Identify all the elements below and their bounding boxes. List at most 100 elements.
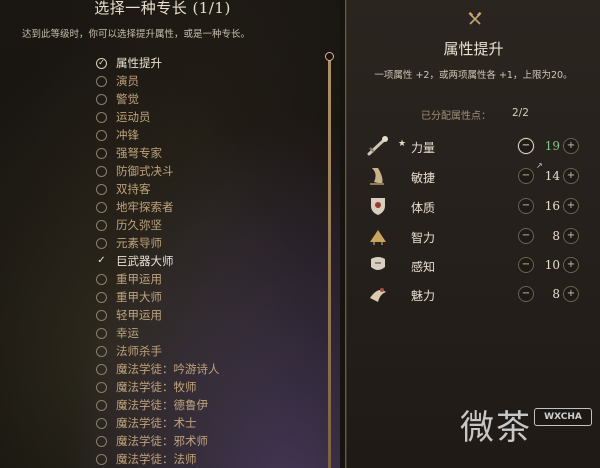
points-value: 2/2: [512, 107, 529, 119]
decrease-button[interactable]: −: [518, 257, 534, 273]
feat-label: 魔法学徒：术士: [116, 416, 197, 430]
radio-button[interactable]: [96, 237, 107, 249]
scrollbar[interactable]: [328, 56, 331, 468]
feat-label: 强弩专家: [116, 146, 162, 160]
feat-item[interactable]: 地牢探索者: [96, 198, 326, 216]
feat-label: 元素导师: [116, 236, 162, 250]
feat-item[interactable]: 防御式决斗: [96, 162, 326, 180]
decrease-button[interactable]: −: [518, 198, 534, 214]
radio-button[interactable]: [96, 417, 107, 429]
decrease-button[interactable]: −: [518, 138, 534, 154]
radio-button[interactable]: [96, 435, 107, 447]
feat-label: 双持客: [116, 182, 151, 196]
radio-button[interactable]: [96, 183, 107, 195]
watermark: 微茶 WXCHA: [460, 400, 600, 460]
feat-item[interactable]: 魔法学徒：术士: [96, 414, 326, 432]
increase-button[interactable]: +: [563, 257, 579, 273]
feat-label: 重甲运用: [116, 272, 162, 286]
ability-improvement-description: 一项属性 +2，或两项属性各 +1，上限为20。: [374, 70, 573, 81]
feat-label: 警觉: [116, 92, 139, 106]
feat-item[interactable]: 强弩专家: [96, 144, 326, 162]
crossed-hammers-icon: [468, 11, 482, 26]
feat-label: 魔法学徒：吟游诗人: [116, 362, 220, 376]
radio-button[interactable]: [96, 291, 107, 303]
feat-item[interactable]: 重甲大师: [96, 288, 326, 306]
radio-button[interactable]: [96, 363, 107, 375]
feat-item[interactable]: 魔法学徒：吟游诗人: [96, 360, 326, 378]
radio-button[interactable]: [96, 75, 107, 87]
radio-button[interactable]: [96, 111, 107, 123]
attribute-value: 10: [544, 258, 560, 272]
attribute-value: 8: [552, 287, 560, 301]
radio-button[interactable]: [96, 381, 107, 393]
attribute-name: 感知: [411, 260, 436, 274]
radio-button[interactable]: [96, 201, 107, 213]
attribute-name: 力量: [411, 141, 436, 155]
feat-item[interactable]: 魔法学徒：法师: [96, 450, 326, 468]
feat-label: 魔法学徒：德鲁伊: [116, 398, 208, 412]
feat-item[interactable]: 历久弥坚: [96, 216, 326, 234]
ability-improvement-title: 属性提升: [443, 40, 504, 58]
feat-item[interactable]: 轻甲运用: [96, 306, 326, 324]
radio-button[interactable]: [96, 273, 107, 285]
radio-button[interactable]: [96, 327, 107, 339]
radio-button[interactable]: [96, 219, 107, 231]
feat-item[interactable]: 重甲运用: [96, 270, 326, 288]
feat-item[interactable]: 双持客: [96, 180, 326, 198]
attribute-name: 智力: [411, 231, 436, 245]
feat-selection-panel: 选择一种专长 (1/1) 达到此等级时，你可以选择提升属性，或是一种专长。 ✓ 属…: [0, 0, 340, 468]
attribute-name: 敏捷: [411, 171, 436, 185]
feat-label: 魔法学徒：邪术师: [116, 434, 208, 448]
feat-label: 魔法学徒：牧师: [116, 380, 197, 394]
feat-item[interactable]: 警觉: [96, 90, 326, 108]
feat-item[interactable]: 冲锋: [96, 126, 326, 144]
attribute-name: 体质: [411, 201, 436, 215]
attribute-row: 敏捷 − ↗ 14 +: [366, 161, 596, 190]
increase-button[interactable]: +: [563, 286, 579, 302]
radio-button[interactable]: [96, 147, 107, 159]
radio-button[interactable]: [96, 93, 107, 105]
feat-item[interactable]: 演员: [96, 72, 326, 90]
feat-item[interactable]: 幸运: [96, 324, 326, 342]
radio-button[interactable]: [96, 165, 107, 177]
increase-button[interactable]: +: [563, 228, 579, 244]
feat-list: ✓ 属性提升演员警觉运动员冲锋强弩专家防御式决斗双持客地牢探索者历久弥坚元素导师 ✓…: [96, 54, 326, 468]
feat-label: 演员: [116, 74, 139, 88]
checkmark-icon[interactable]: ✓: [96, 256, 107, 267]
feat-item[interactable]: ✓ 属性提升: [96, 54, 326, 72]
attribute-name: 魅力: [411, 289, 436, 303]
feat-item[interactable]: 魔法学徒：牧师: [96, 378, 326, 396]
attribute-row: 魅力 − 8 +: [366, 282, 596, 308]
feat-item[interactable]: ✓ 巨武器大师: [96, 252, 326, 270]
strength-icon: [366, 134, 390, 158]
dexterity-icon: [366, 164, 390, 188]
feat-item[interactable]: 法师杀手: [96, 342, 326, 360]
decrease-button[interactable]: −: [518, 228, 534, 244]
feat-label: 巨武器大师: [116, 254, 174, 268]
feat-item[interactable]: 魔法学徒：邪术师: [96, 432, 326, 450]
checkmark-icon[interactable]: ✓: [96, 57, 107, 69]
feat-item[interactable]: 魔法学徒：德鲁伊: [96, 396, 326, 414]
radio-button[interactable]: [96, 453, 107, 465]
panel-title: 选择一种专长 (1/1): [94, 0, 231, 17]
feat-label: 重甲大师: [116, 290, 162, 304]
radio-button[interactable]: [96, 129, 107, 141]
radio-button[interactable]: [96, 399, 107, 411]
scrollbar-handle[interactable]: [325, 52, 334, 61]
feat-item[interactable]: 运动员: [96, 108, 326, 126]
feat-item[interactable]: 元素导师: [96, 234, 326, 252]
radio-button[interactable]: [96, 345, 107, 357]
star-icon: ★: [398, 139, 407, 149]
attribute-value: 16: [544, 199, 560, 213]
feat-label: 地牢探索者: [116, 200, 174, 214]
attribute-row: 体质 −16 +: [366, 194, 596, 220]
increase-button[interactable]: +: [563, 198, 579, 214]
increase-button[interactable]: +: [563, 138, 579, 154]
decrease-button[interactable]: −: [518, 168, 534, 184]
radio-button[interactable]: [96, 309, 107, 321]
decrease-button[interactable]: −: [518, 286, 534, 302]
ability-improvement-panel: 属性提升 一项属性 +2，或两项属性各 +1，上限为20。 已分配属性点： 2/…: [345, 0, 600, 468]
feat-label: 冲锋: [116, 128, 139, 142]
panel-subtitle: 达到此等级时，你可以选择提升属性，或是一种专长。: [22, 29, 251, 40]
increase-button[interactable]: +: [563, 168, 579, 184]
